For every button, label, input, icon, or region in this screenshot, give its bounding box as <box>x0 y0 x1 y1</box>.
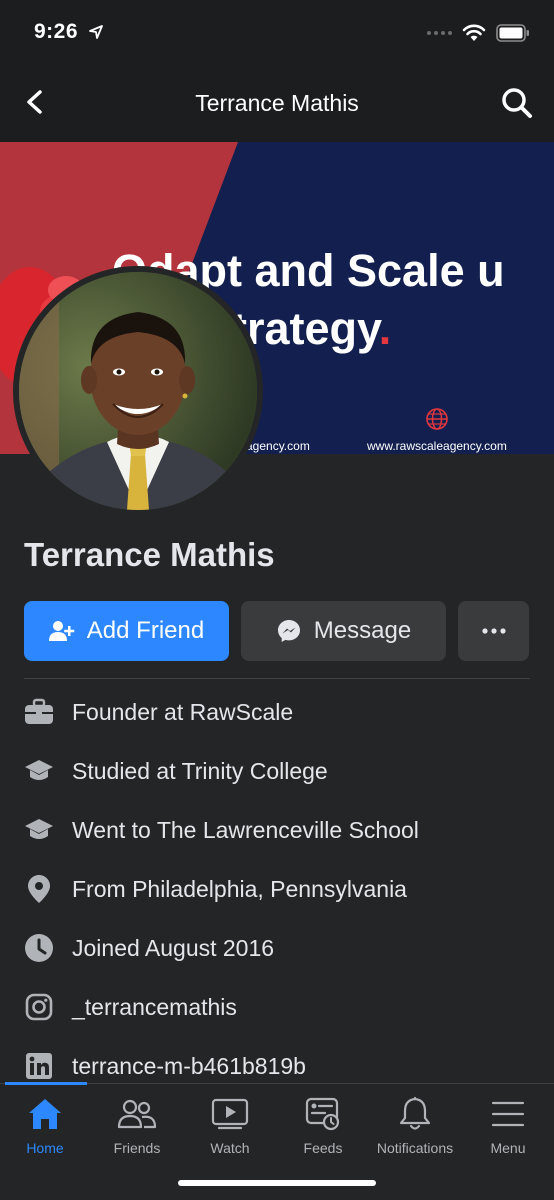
message-button[interactable]: Message <box>241 601 446 661</box>
friends-icon <box>117 1099 157 1129</box>
more-dots-icon <box>481 628 506 634</box>
messenger-icon <box>277 620 300 642</box>
tab-menu[interactable]: Menu <box>453 1094 554 1156</box>
search-icon[interactable] <box>500 86 534 120</box>
add-friend-button[interactable]: Add Friend <box>24 601 229 661</box>
profile-name: Terrance Mathis <box>24 536 275 573</box>
intro-work-prefix: Founder at <box>72 698 190 725</box>
cover-url-left: agency.com <box>246 439 310 453</box>
intro-work[interactable]: Founder at RawScale <box>24 697 293 727</box>
cellular-signal-icon <box>427 31 452 35</box>
intro-school-prefix: Went to <box>72 816 157 843</box>
message-label: Message <box>313 617 412 644</box>
graduation-cap-icon <box>25 760 53 780</box>
intro-work-value: RawScale <box>189 698 294 725</box>
tab-active-indicator <box>5 1082 87 1085</box>
intro-linkedin-handle[interactable]: terrance-m-b461b819b <box>72 1053 306 1080</box>
home-indicator[interactable] <box>178 1180 376 1186</box>
hamburger-icon <box>491 1101 525 1127</box>
feeds-icon <box>305 1097 340 1131</box>
watch-icon <box>211 1098 249 1130</box>
add-friend-label: Add Friend <box>86 617 205 644</box>
nav-bar: Terrance Mathis <box>0 62 554 142</box>
briefcase-icon <box>25 698 53 724</box>
status-bar: 9:26 <box>0 0 554 62</box>
battery-icon <box>496 24 529 42</box>
divider <box>24 678 530 679</box>
intro-linkedin[interactable]: terrance-m-b461b819b <box>24 1051 306 1081</box>
globe-icon <box>426 408 448 430</box>
location-pin-icon <box>28 875 50 903</box>
more-options-button[interactable] <box>458 601 529 661</box>
intro-college-value: Trinity College <box>181 757 328 784</box>
intro-college-prefix: Studied at <box>72 757 182 784</box>
instagram-icon <box>25 993 53 1021</box>
status-time: 9:26 <box>34 20 79 43</box>
location-arrow-icon <box>89 25 103 39</box>
home-icon <box>29 1099 61 1129</box>
intro-hometown-prefix: From <box>72 875 133 902</box>
cover-url-right: www.rawscaleagency.com <box>367 439 507 453</box>
intro-school[interactable]: Went to The Lawrenceville School <box>24 815 419 845</box>
profile-photo <box>19 272 257 510</box>
intro-hometown-value: Philadelphia, Pennsylvania <box>132 875 407 902</box>
intro-instagram[interactable]: _terrancemathis <box>24 992 237 1022</box>
clock-icon <box>25 934 53 962</box>
intro-instagram-handle[interactable]: _terrancemathis <box>72 994 237 1021</box>
nav-title: Terrance Mathis <box>195 90 359 116</box>
intro-joined-text: Joined August 2016 <box>72 934 275 961</box>
add-friend-icon <box>48 621 75 641</box>
tab-menu-label: Menu <box>490 1140 526 1156</box>
intro-college[interactable]: Studied at Trinity College <box>24 756 328 786</box>
intro-school-value: The Lawrenceville School <box>156 816 419 843</box>
graduation-cap-icon <box>25 819 53 839</box>
intro-hometown[interactable]: From Philadelphia, Pennsylvania <box>24 874 407 904</box>
profile-avatar[interactable] <box>13 266 263 516</box>
wifi-icon <box>462 24 486 41</box>
bell-icon <box>399 1096 431 1130</box>
cover-headline-dot: . <box>378 303 392 354</box>
intro-joined: Joined August 2016 <box>24 933 274 963</box>
linkedin-icon <box>26 1053 52 1079</box>
